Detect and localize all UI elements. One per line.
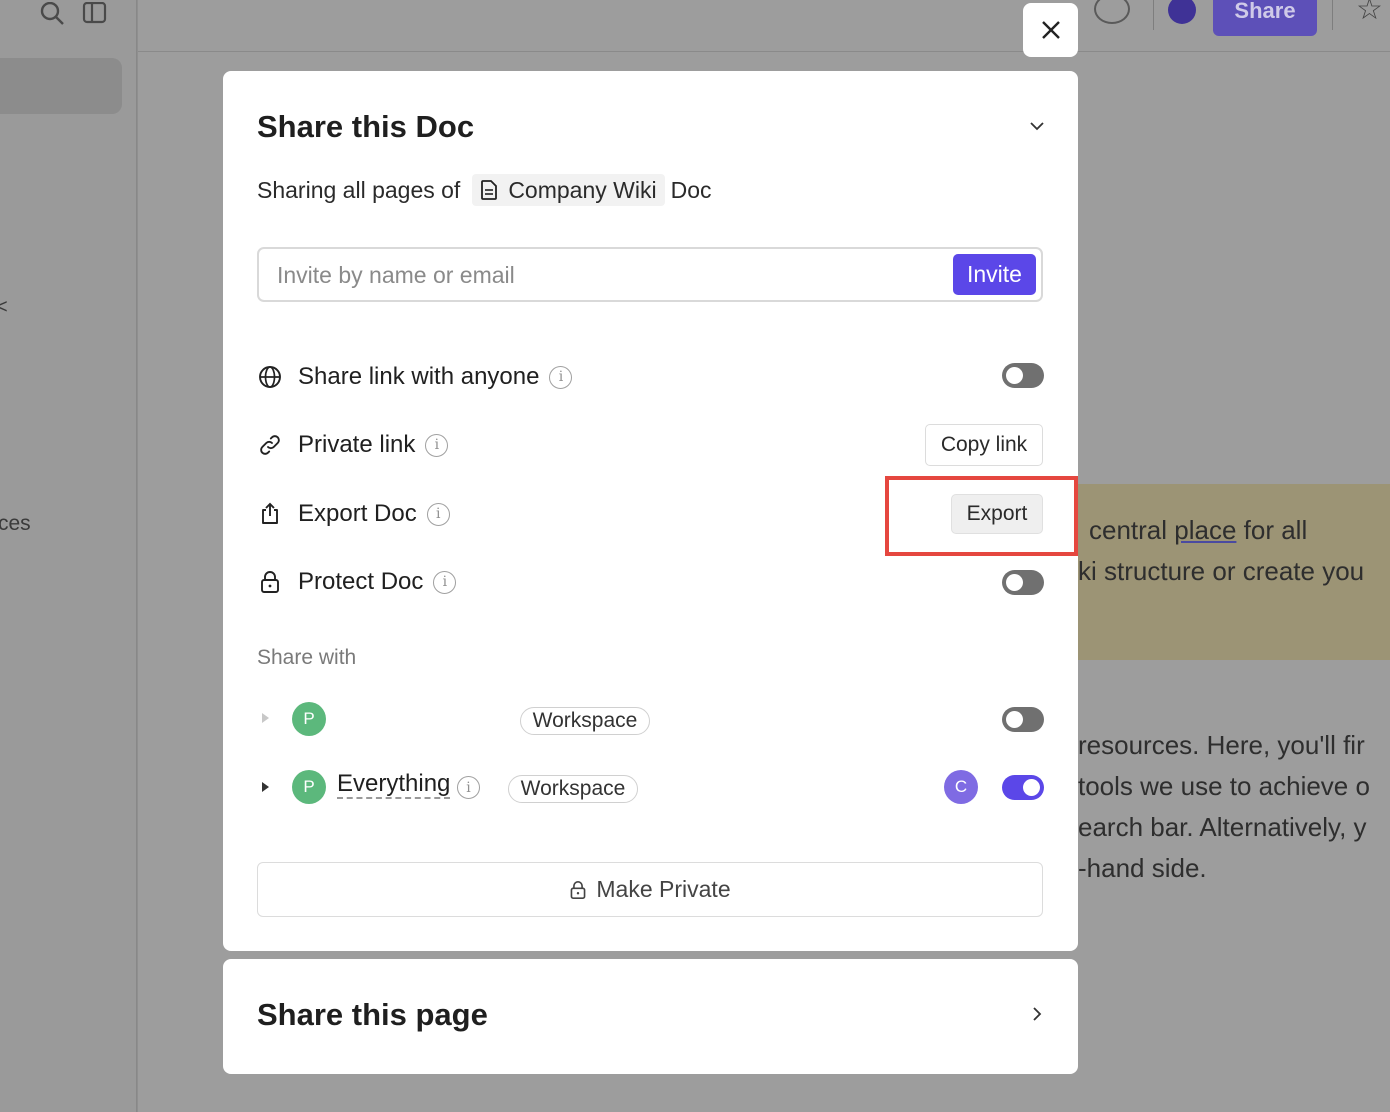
content-line: -hand side. [1078,853,1207,883]
copy-link-button[interactable]: Copy link [925,424,1043,466]
sidebar-toggle-icon[interactable] [82,1,108,30]
lock-icon [571,880,586,899]
info-icon[interactable]: i [425,433,449,457]
modal-title: Share this Doc [257,109,475,144]
content-line: earch bar. Alternatively, y [1078,812,1367,842]
sidebar-selected-item[interactable] [0,58,122,114]
close-icon [1041,21,1060,39]
highlight-box [885,476,1078,556]
avatar: P [292,702,326,736]
info-icon[interactable]: i [426,502,450,526]
invite-button[interactable]: Invite [953,254,1036,295]
content-line: resources. Here, you'll fir [1078,730,1365,760]
share-link-label: Share link with anyone [298,363,540,390]
subtitle-suffix: Doc [670,176,712,203]
invite-field: Invite [257,247,1043,302]
close-button[interactable] [1023,3,1078,57]
make-private-label: Make Private [596,876,731,902]
share-page-title: Share this page [257,997,488,1032]
doc-name: Company Wiki [508,176,657,203]
content-line: central place for all [1089,515,1308,545]
everything-link[interactable]: Everything [337,771,451,799]
share-link-row: Share link with anyone i [257,357,573,397]
divider [1153,0,1154,30]
content-line: tools we use to achieve o [1078,771,1370,801]
info-icon[interactable]: i [433,570,457,594]
document-icon [481,180,498,200]
sidebar: < ces [0,0,137,1112]
caret-right-icon[interactable] [262,713,269,723]
share-button[interactable]: Share [1213,0,1317,36]
subtitle-prefix: Sharing all pages of [257,176,461,203]
everything-toggle[interactable] [1002,775,1044,800]
member-avatar[interactable]: C [944,770,978,804]
share-link-toggle[interactable] [1002,363,1044,388]
protect-doc-label: Protect Doc [298,568,424,595]
divider [1332,0,1333,30]
search-icon[interactable] [40,1,66,32]
workspace-toggle[interactable] [1002,707,1044,732]
protect-doc-toggle[interactable] [1002,570,1044,595]
share-page-card[interactable]: Share this page [223,959,1078,1074]
export-doc-row: Export Doc i [257,494,450,534]
link-icon [257,432,283,458]
invite-input[interactable] [277,259,927,291]
star-icon[interactable]: ☆ [1356,0,1383,27]
private-link-row: Private link i [257,425,449,465]
lock-icon [257,569,283,595]
private-link-label: Private link [298,431,416,458]
workspace-pill: Workspace [508,775,638,803]
avatar: P [292,770,326,804]
share-doc-card: Share this Doc Sharing all pages of Comp… [223,71,1078,951]
export-doc-label: Export Doc [298,500,417,527]
sidebar-text-fragment: < [0,296,8,318]
chevron-right-icon[interactable] [1031,1006,1043,1022]
protect-doc-row: Protect Doc i [257,562,457,602]
sidebar-text-fragment: ces [0,512,31,535]
chevron-down-icon[interactable] [1029,120,1045,132]
globe-icon [257,364,283,390]
doc-chip[interactable]: Company Wiki [472,174,665,206]
upload-icon [257,501,283,527]
info-icon[interactable]: i [457,776,480,799]
info-icon[interactable]: i [549,365,573,389]
share-with-label: Share with [257,646,357,669]
workspace-pill: Workspace [520,707,650,735]
sharing-subtitle: Sharing all pages of Company Wiki Doc [257,174,711,206]
make-private-button[interactable]: Make Private [257,862,1043,917]
content-line: ki structure or create you [1078,556,1365,586]
top-bar [138,0,1390,52]
caret-right-icon[interactable] [262,782,269,792]
